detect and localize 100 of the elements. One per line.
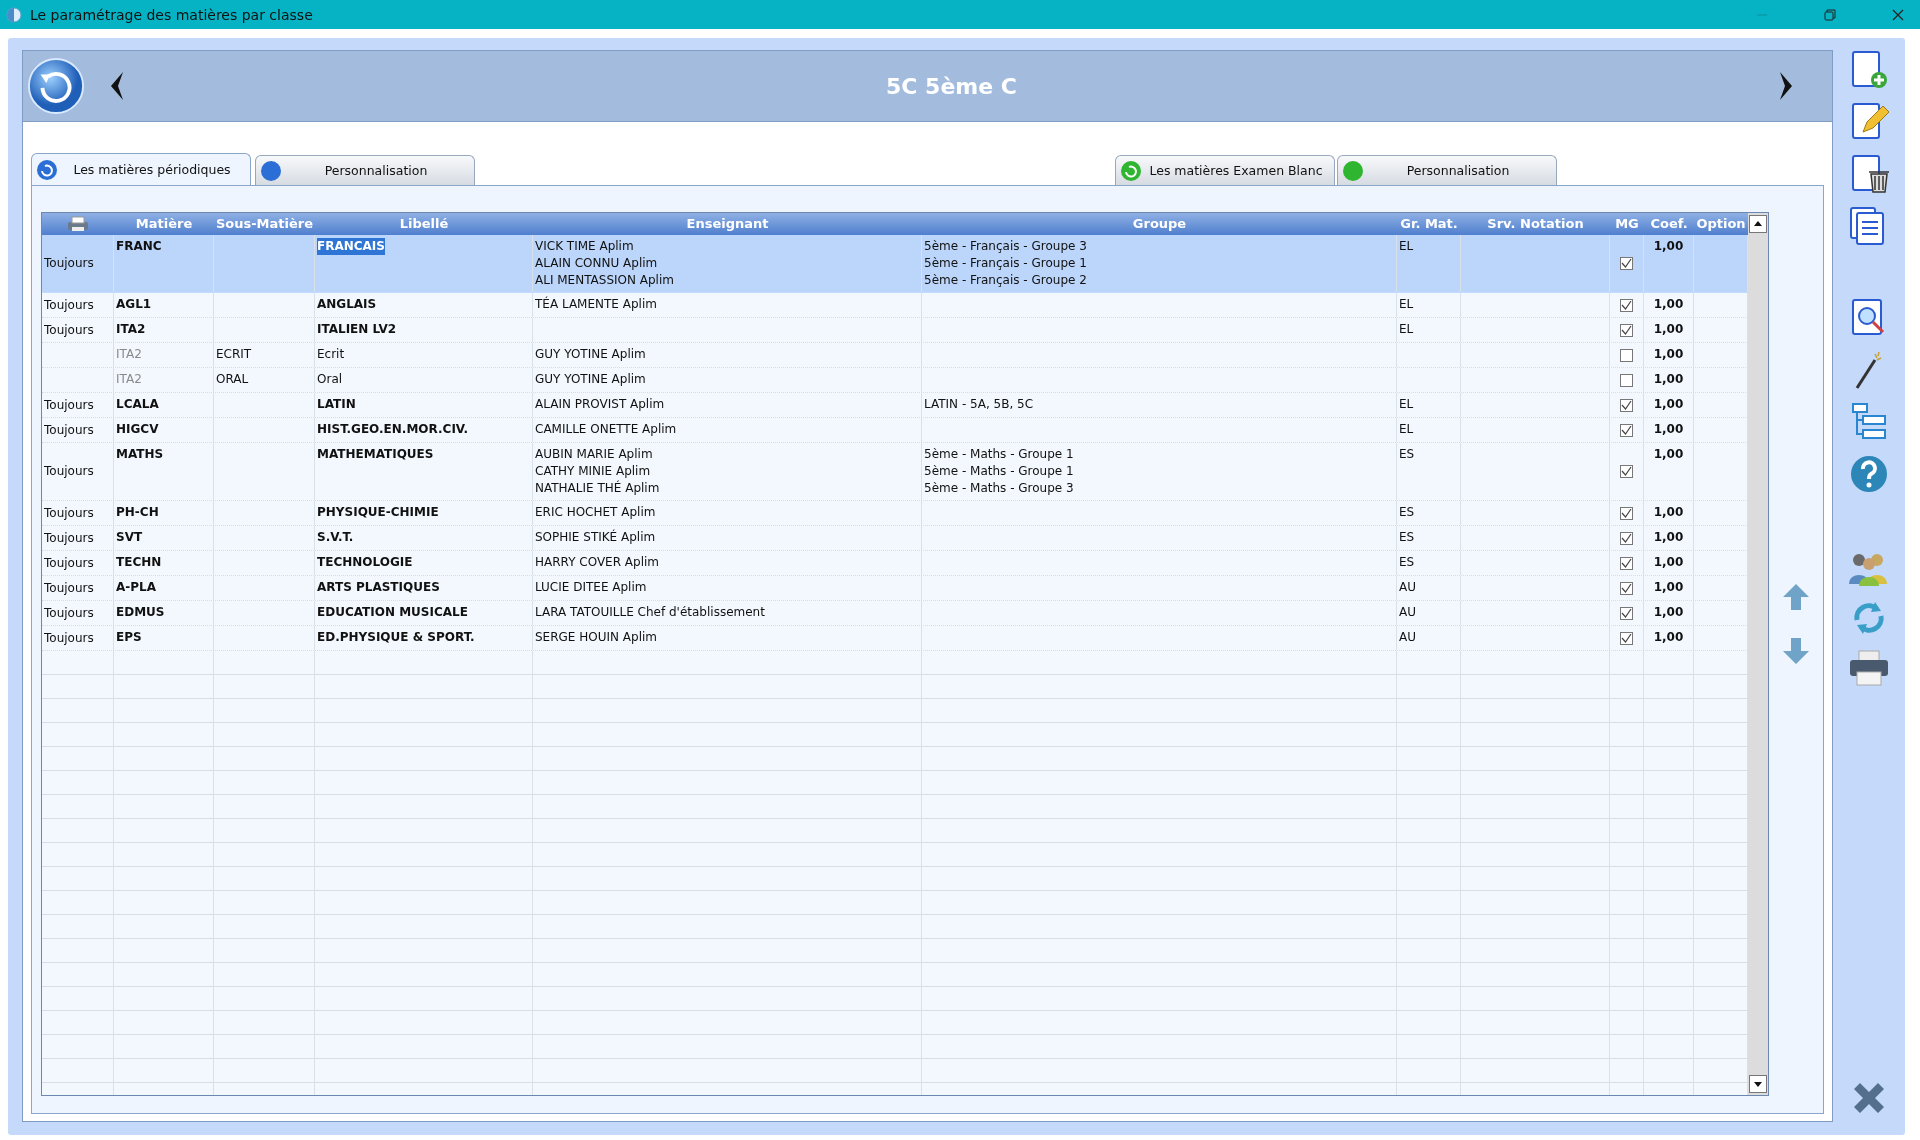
subject-label: Oral bbox=[317, 371, 343, 388]
subject-code: PH-CH bbox=[116, 504, 159, 521]
coefficient: 1,00 bbox=[1653, 296, 1684, 313]
sub-subject-code: ORAL bbox=[216, 371, 249, 388]
table-row[interactable]: Toujours FRANC FRANCAIS VICK TIME Aplim ALAIN CONNU Aplim ALI MENTASSION Aplim 5ème - Français - Groupe 3 5ème - Français - Groupe 1 5ème - Français - Groupe 2 EL 1,00 bbox=[42, 235, 1748, 293]
printer-icon[interactable] bbox=[67, 216, 89, 232]
checkbox[interactable] bbox=[1620, 531, 1633, 545]
coefficient: 1,00 bbox=[1653, 529, 1684, 546]
subject-code: AGL1 bbox=[116, 296, 152, 313]
subject-group-code: EL bbox=[1399, 396, 1414, 413]
edit-document-icon[interactable] bbox=[1849, 102, 1889, 142]
coefficient: 1,00 bbox=[1653, 421, 1684, 438]
coefficient: 1,00 bbox=[1653, 238, 1684, 255]
subject-code: LCALA bbox=[116, 396, 159, 413]
checkbox[interactable] bbox=[1620, 465, 1633, 478]
subject-group-code: EL bbox=[1399, 238, 1414, 255]
checkbox[interactable] bbox=[1620, 506, 1633, 520]
checkbox[interactable] bbox=[1620, 348, 1633, 362]
scrollbar[interactable] bbox=[1748, 213, 1768, 1095]
coefficient: 1,00 bbox=[1653, 504, 1684, 521]
group-name: 5ème - Français - Groupe 3 bbox=[924, 238, 1087, 255]
coefficient: 1,00 bbox=[1653, 371, 1684, 388]
scroll-down-icon[interactable] bbox=[1749, 1075, 1767, 1093]
table-row[interactable]: Toujours TECHN TECHNOLOGIE HARRY COVER Aplim ES 1,00 bbox=[42, 551, 1748, 576]
circle-icon bbox=[260, 159, 282, 182]
ring-icon bbox=[1120, 159, 1142, 182]
table-row[interactable]: Toujours EDMUS EDUCATION MUSICALE LARA TATOUILLE Chef d'établissement AU 1,00 bbox=[42, 601, 1748, 626]
subject-code: EPS bbox=[116, 629, 142, 646]
coefficient: 1,00 bbox=[1653, 396, 1684, 413]
help-icon[interactable] bbox=[1849, 454, 1889, 494]
print-icon[interactable] bbox=[1849, 650, 1889, 686]
subject-group-code: ES bbox=[1399, 554, 1415, 571]
table-row[interactable]: Toujours A-PLA ARTS PLASTIQUES LUCIE DITEE Aplim AU 1,00 bbox=[42, 576, 1748, 601]
coefficient: 1,00 bbox=[1653, 554, 1684, 571]
table-row[interactable]: Toujours SVT S.V.T. SOPHIE STIKÉ Aplim ES 1,00 bbox=[42, 526, 1748, 551]
subject-code: ITA2 bbox=[116, 321, 146, 338]
checkbox[interactable] bbox=[1620, 581, 1633, 595]
condition-text: Toujours bbox=[44, 255, 94, 272]
checkbox[interactable] bbox=[1620, 373, 1633, 387]
table-row[interactable]: Toujours ITA2 ITALIEN LV2 EL 1,00 bbox=[42, 318, 1748, 343]
condition-text: Toujours bbox=[44, 463, 94, 480]
class-title: 5C 5ème C bbox=[885, 73, 1018, 99]
tree-icon[interactable] bbox=[1849, 402, 1889, 442]
checkbox[interactable] bbox=[1620, 631, 1633, 645]
next-arrow-icon[interactable] bbox=[1778, 71, 1794, 101]
group-name: 5ème - Français - Groupe 2 bbox=[924, 272, 1087, 289]
teacher-name: CATHY MINIE Aplim bbox=[535, 463, 651, 480]
condition-text: Toujours bbox=[44, 321, 94, 339]
table-row[interactable]: ITA2 ORAL Oral GUY YOTINE Aplim 1,00 bbox=[42, 368, 1748, 393]
checkbox[interactable] bbox=[1620, 398, 1633, 412]
tab[interactable]: Personnalisation bbox=[1337, 155, 1557, 185]
restore-icon[interactable] bbox=[1824, 8, 1836, 21]
subject-group-code: AU bbox=[1399, 604, 1416, 621]
table-row[interactable]: Toujours EPS ED.PHYSIQUE & SPORT. SERGE HOUIN Aplim AU 1,00 bbox=[42, 626, 1748, 651]
table-row[interactable]: Toujours AGL1 ANGLAIS TÉA LAMENTE Aplim EL 1,00 bbox=[42, 293, 1748, 318]
subject-code: SVT bbox=[116, 529, 143, 546]
condition-text: Toujours bbox=[44, 604, 94, 622]
subject-group-code: EL bbox=[1399, 296, 1414, 313]
subject-label: ED.PHYSIQUE & SPORT. bbox=[317, 629, 475, 646]
subject-label: LATIN bbox=[317, 396, 356, 413]
group-name: 5ème - Maths - Groupe 3 bbox=[924, 480, 1074, 497]
subject-label: MATHEMATIQUES bbox=[317, 446, 434, 463]
table-row[interactable]: Toujours MATHS MATHEMATIQUES AUBIN MARIE Aplim CATHY MINIE Aplim NATHALIE THÉ Aplim 5ème - Maths - Groupe 1 5ème - Maths - Groupe 1 5ème - Maths - Groupe 3 ES 1,00 bbox=[42, 443, 1748, 501]
previous-arrow-icon[interactable] bbox=[109, 71, 125, 101]
subject-label: EDUCATION MUSICALE bbox=[317, 604, 468, 621]
group-name: 5ème - Français - Groupe 1 bbox=[924, 255, 1087, 272]
close-icon[interactable] bbox=[1892, 8, 1904, 21]
checkbox[interactable] bbox=[1620, 556, 1633, 570]
teacher-name: GUY YOTINE Aplim bbox=[535, 371, 646, 388]
table-row[interactable]: Toujours PH-CH PHYSIQUE-CHIMIE ERIC HOCHET Aplim ES 1,00 bbox=[42, 501, 1748, 526]
teacher-name: ALI MENTASSION Aplim bbox=[535, 272, 674, 289]
teacher-name: ALAIN PROVIST Aplim bbox=[535, 396, 665, 413]
group-name: 5ème - Maths - Groupe 1 bbox=[924, 463, 1074, 480]
table-row[interactable]: ITA2 ECRIT Ecrit GUY YOTINE Aplim 1,00 bbox=[42, 343, 1748, 368]
subject-label: PHYSIQUE-CHIMIE bbox=[317, 504, 439, 521]
delete-document-icon[interactable] bbox=[1849, 154, 1889, 194]
checkbox[interactable] bbox=[1620, 257, 1633, 270]
tab[interactable]: Les matières périodiques bbox=[31, 153, 251, 185]
teacher-name: HARRY COVER Aplim bbox=[535, 554, 660, 571]
condition-text: Toujours bbox=[44, 529, 94, 547]
subject-label: S.V.T. bbox=[317, 529, 354, 546]
subject-group-code: ES bbox=[1399, 446, 1415, 463]
scroll-up-icon[interactable] bbox=[1749, 215, 1767, 233]
new-document-icon[interactable] bbox=[1849, 50, 1889, 90]
tab[interactable]: Les matières Examen Blanc bbox=[1115, 155, 1335, 185]
subject-label: Ecrit bbox=[317, 346, 345, 363]
subject-label: ANGLAIS bbox=[317, 296, 377, 313]
subject-code: HIGCV bbox=[116, 421, 159, 438]
subject-label: ITALIEN LV2 bbox=[317, 321, 397, 338]
refresh-circle-icon[interactable] bbox=[27, 57, 85, 115]
coefficient: 1,00 bbox=[1653, 346, 1684, 363]
checkbox[interactable] bbox=[1620, 606, 1633, 620]
subject-label: HIST.GEO.EN.MOR.CIV. bbox=[317, 421, 469, 438]
condition-text: Toujours bbox=[44, 554, 94, 572]
table-row[interactable]: Toujours LCALA LATIN ALAIN PROVIST Aplim LATIN - 5A, 5B, 5C EL 1,00 bbox=[42, 393, 1748, 418]
checkbox[interactable] bbox=[1620, 423, 1633, 437]
table-row[interactable]: Toujours HIGCV HIST.GEO.EN.MOR.CIV. CAMILLE ONETTE Aplim EL 1,00 bbox=[42, 418, 1748, 443]
checkbox[interactable] bbox=[1620, 298, 1633, 312]
tab[interactable]: Personnalisation bbox=[255, 155, 475, 185]
checkbox[interactable] bbox=[1620, 323, 1633, 337]
